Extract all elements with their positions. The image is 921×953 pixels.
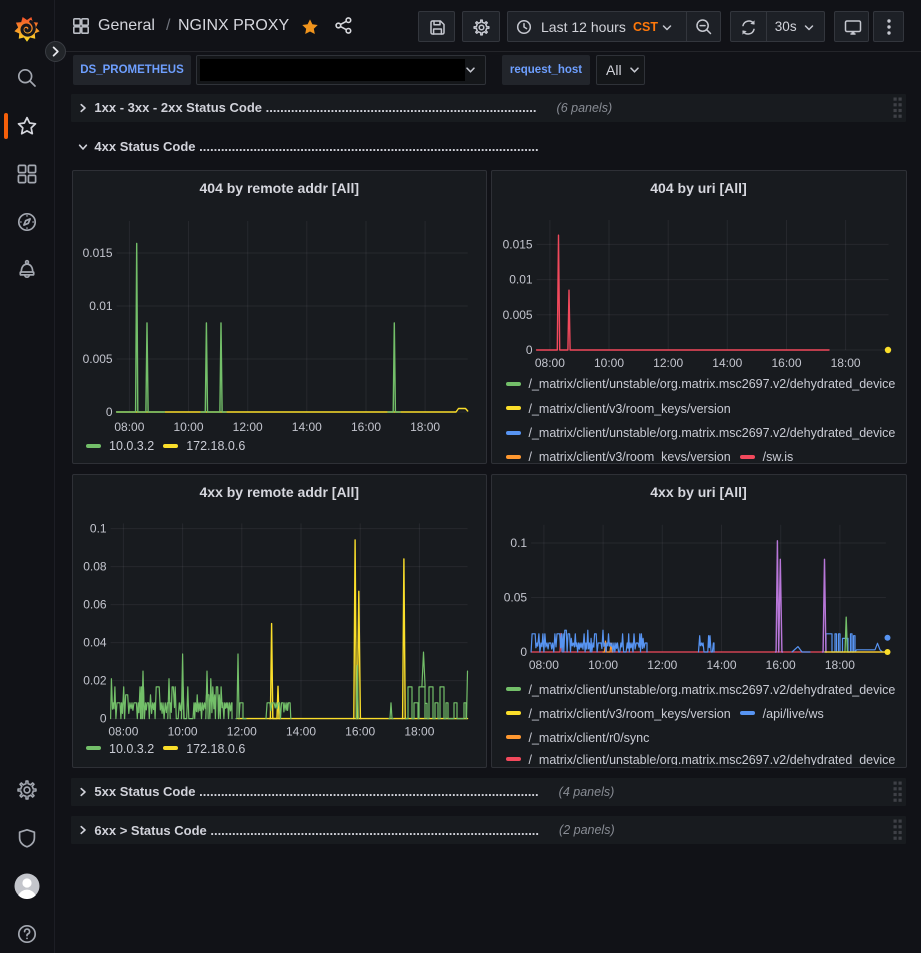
svg-text:0.005: 0.005 [83, 352, 113, 366]
svg-text:16:00: 16:00 [351, 420, 381, 434]
svg-text:0: 0 [100, 712, 107, 726]
svg-text:14:00: 14:00 [286, 724, 316, 738]
svg-text:16:00: 16:00 [771, 356, 801, 370]
svg-text:0.015: 0.015 [83, 246, 113, 260]
svg-text:10:00: 10:00 [593, 356, 623, 370]
svg-text:08:00: 08:00 [534, 356, 564, 370]
svg-text:14:00: 14:00 [292, 420, 322, 434]
svg-text:0.01: 0.01 [509, 273, 533, 287]
svg-text:0.005: 0.005 [502, 308, 532, 322]
svg-text:0.01: 0.01 [89, 299, 113, 313]
svg-text:18:00: 18:00 [824, 658, 854, 672]
svg-text:0.05: 0.05 [503, 591, 527, 605]
svg-text:08:00: 08:00 [108, 724, 138, 738]
svg-text:0.02: 0.02 [83, 674, 107, 688]
svg-text:10:00: 10:00 [173, 420, 203, 434]
svg-text:18:00: 18:00 [830, 356, 860, 370]
svg-text:10:00: 10:00 [588, 658, 618, 672]
svg-text:0.08: 0.08 [83, 560, 107, 574]
svg-text:0.1: 0.1 [510, 536, 527, 550]
svg-text:0.06: 0.06 [83, 598, 107, 612]
svg-text:08:00: 08:00 [114, 420, 144, 434]
svg-text:0.015: 0.015 [502, 237, 532, 251]
svg-text:0.1: 0.1 [90, 522, 107, 536]
svg-text:16:00: 16:00 [345, 724, 375, 738]
svg-text:12:00: 12:00 [647, 658, 677, 672]
svg-text:12:00: 12:00 [233, 420, 263, 434]
svg-text:0: 0 [106, 405, 113, 419]
svg-text:0: 0 [520, 645, 527, 659]
svg-text:18:00: 18:00 [404, 724, 434, 738]
svg-text:0.04: 0.04 [83, 636, 107, 650]
svg-text:10:00: 10:00 [168, 724, 198, 738]
svg-text:14:00: 14:00 [712, 356, 742, 370]
svg-text:08:00: 08:00 [528, 658, 558, 672]
svg-text:16:00: 16:00 [765, 658, 795, 672]
svg-text:12:00: 12:00 [653, 356, 683, 370]
svg-text:0: 0 [525, 343, 532, 357]
svg-text:18:00: 18:00 [410, 420, 440, 434]
svg-text:14:00: 14:00 [706, 658, 736, 672]
svg-text:12:00: 12:00 [227, 724, 257, 738]
